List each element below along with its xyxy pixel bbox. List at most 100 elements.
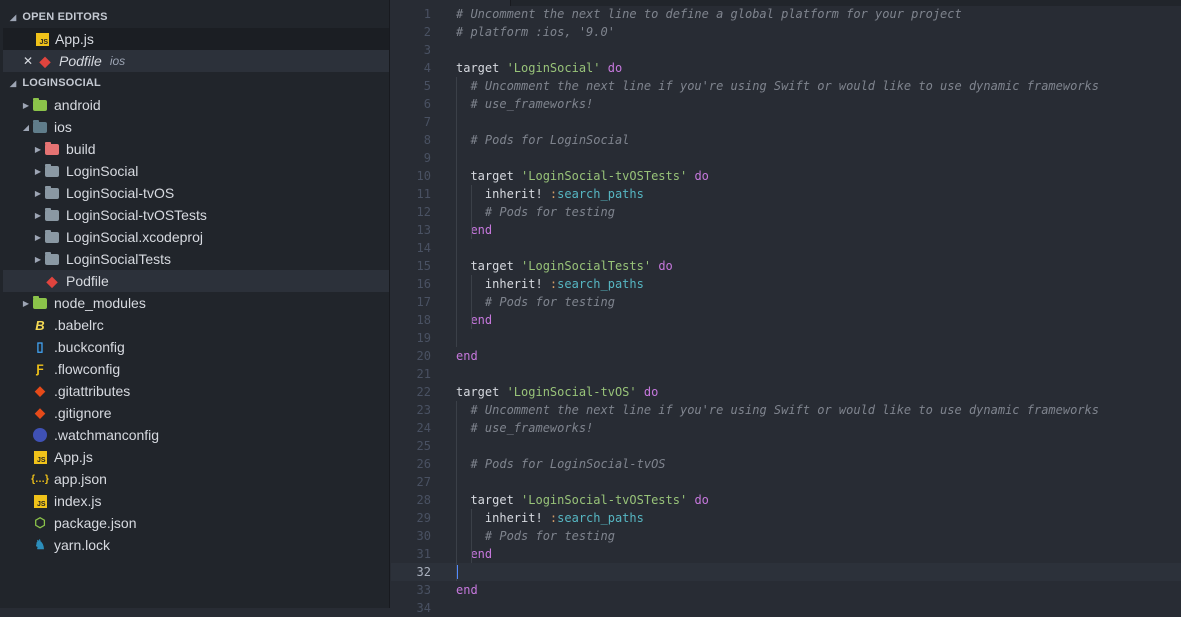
tree-item-label: LoginSocialTests: [66, 251, 172, 267]
tree-item-label: App.js: [54, 449, 93, 465]
code-token: end: [470, 223, 493, 237]
code-line[interactable]: 16 inherit! :search_paths: [391, 275, 1181, 293]
ruby-gem-icon: ◆: [46, 272, 58, 289]
open-editor-podfile[interactable]: ✕ ◆ Podfile ios: [3, 50, 389, 72]
tree-item-label: ios: [54, 119, 72, 135]
code-line[interactable]: 5 # Uncomment the next line if you're us…: [391, 77, 1181, 95]
code-line[interactable]: 10 target 'LoginSocial-tvOSTests' do: [391, 167, 1181, 185]
code-line[interactable]: 15 target 'LoginSocialTests' do: [391, 257, 1181, 275]
code-text: # use_frameworks!: [456, 419, 593, 437]
tree-item-label: package.json: [54, 515, 137, 531]
line-number: 2: [423, 25, 431, 39]
tree-item-build[interactable]: ▶ build: [3, 138, 389, 160]
code-line[interactable]: 11 inherit! :search_paths: [391, 185, 1181, 203]
tree-item-babelrc[interactable]: B .babelrc: [3, 314, 389, 336]
tree-item-loginsocial-tvostests[interactable]: ▶ LoginSocial-tvOSTests: [3, 204, 389, 226]
collapsed-arrow-icon[interactable]: ▶: [32, 167, 44, 176]
open-editors-header[interactable]: ◢ OPEN EDITORS: [0, 6, 389, 28]
code-editor[interactable]: 1 # Uncomment the next line to define a g…: [391, 5, 1181, 615]
tree-item-index-js[interactable]: JS index.js: [3, 490, 389, 512]
tree-item-gitattributes[interactable]: ◆ .gitattributes: [3, 380, 389, 402]
code-line[interactable]: 32: [391, 563, 1181, 581]
code-line[interactable]: 12 # Pods for testing: [391, 203, 1181, 221]
watchman-icon: [32, 428, 48, 442]
tree-item-loginsocial[interactable]: ▶ LoginSocial: [3, 160, 389, 182]
project-header[interactable]: ◢ LOGINSOCIAL: [0, 72, 389, 94]
js-icon: JS: [36, 32, 49, 46]
tree-item-label: LoginSocial.xcodeproj: [66, 229, 203, 245]
tree-item-loginsocial-xcodeproj[interactable]: ▶ LoginSocial.xcodeproj: [3, 226, 389, 248]
code-line[interactable]: 1 # Uncomment the next line to define a g…: [391, 5, 1181, 23]
collapsed-arrow-icon[interactable]: ▶: [32, 211, 44, 220]
code-line[interactable]: 25: [391, 437, 1181, 455]
collapsed-arrow-icon[interactable]: ▶: [32, 189, 44, 198]
line-number: 12: [416, 205, 431, 219]
code-line[interactable]: 27: [391, 473, 1181, 491]
code-token: # Uncomment the next line if you're usin…: [470, 403, 1099, 417]
code-line[interactable]: 22 target 'LoginSocial-tvOS' do: [391, 383, 1181, 401]
code-line[interactable]: 29 inherit! :search_paths: [391, 509, 1181, 527]
code-line[interactable]: 14: [391, 239, 1181, 257]
code-line[interactable]: 18 end: [391, 311, 1181, 329]
code-token: end: [470, 313, 493, 327]
code-line[interactable]: 20 end: [391, 347, 1181, 365]
code-token: do: [694, 493, 709, 507]
code-line[interactable]: 34: [391, 599, 1181, 617]
tree-item-label: android: [54, 97, 101, 113]
tree-item-loginsocialtests[interactable]: ▶ LoginSocialTests: [3, 248, 389, 270]
collapsed-arrow-icon[interactable]: ▶: [20, 299, 32, 308]
expanded-arrow-icon[interactable]: ◢: [20, 123, 32, 132]
tree-item-podfile[interactable]: ◆ Podfile: [3, 270, 389, 292]
tree-item-yarn-lock[interactable]: ♞ yarn.lock: [3, 534, 389, 556]
collapsed-arrow-icon[interactable]: ▶: [32, 233, 44, 242]
tree-item-buckconfig[interactable]: ▯ .buckconfig: [3, 336, 389, 358]
code-token: search_paths: [557, 187, 644, 201]
code-line[interactable]: 9: [391, 149, 1181, 167]
indent-guide: [456, 401, 457, 581]
tree-item-package-json[interactable]: ⬡ package.json: [3, 512, 389, 534]
code-line[interactable]: 6 # use_frameworks!: [391, 95, 1181, 113]
tree-item-watchmanconfig[interactable]: .watchmanconfig: [3, 424, 389, 446]
open-editor-app-js[interactable]: JS App.js: [3, 28, 389, 50]
code-line[interactable]: 8 # Pods for LoginSocial: [391, 131, 1181, 149]
tree-item-android[interactable]: ▶ android: [3, 94, 389, 116]
line-number: 25: [416, 439, 431, 453]
tree-item-app-json[interactable]: {…} app.json: [3, 468, 389, 490]
tree-item-app-js[interactable]: JS App.js: [3, 446, 389, 468]
tree-item-ios[interactable]: ◢ ios: [3, 116, 389, 138]
code-line[interactable]: 13 end: [391, 221, 1181, 239]
code-line[interactable]: 2 # platform :ios, '9.0': [391, 23, 1181, 41]
tree-item-loginsocial-tvos[interactable]: ▶ LoginSocial-tvOS: [3, 182, 389, 204]
code-line[interactable]: 19: [391, 329, 1181, 347]
tree-item-flowconfig[interactable]: Ƒ .flowconfig: [3, 358, 389, 380]
code-line[interactable]: 7: [391, 113, 1181, 131]
code-line[interactable]: 28 target 'LoginSocial-tvOSTests' do: [391, 491, 1181, 509]
tree-item-node-modules[interactable]: ▶ node_modules: [3, 292, 389, 314]
code-line[interactable]: 24 # use_frameworks!: [391, 419, 1181, 437]
code-line[interactable]: 31 end: [391, 545, 1181, 563]
close-icon[interactable]: ✕: [23, 54, 37, 68]
collapsed-arrow-icon[interactable]: ▶: [20, 101, 32, 110]
code-token: # Pods for testing: [484, 205, 615, 219]
tree-item-gitignore[interactable]: ◆ .gitignore: [3, 402, 389, 424]
line-number: 21: [416, 367, 431, 381]
code-line[interactable]: 23 # Uncomment the next line if you're u…: [391, 401, 1181, 419]
collapsed-arrow-icon[interactable]: ▶: [32, 145, 44, 154]
code-line[interactable]: 4 target 'LoginSocial' do: [391, 59, 1181, 77]
code-line[interactable]: 30 # Pods for testing: [391, 527, 1181, 545]
code-line[interactable]: 17 # Pods for testing: [391, 293, 1181, 311]
line-number: 31: [416, 547, 431, 561]
code-line[interactable]: 3: [391, 41, 1181, 59]
code-text: target 'LoginSocialTests' do: [456, 257, 672, 275]
code-line[interactable]: 21: [391, 365, 1181, 383]
tree-item-label: .watchmanconfig: [54, 427, 160, 443]
collapsed-arrow-icon[interactable]: ▶: [32, 255, 44, 264]
code-line[interactable]: 26 # Pods for LoginSocial-tvOS: [391, 455, 1181, 473]
code-token: search_paths: [557, 511, 644, 525]
code-line[interactable]: 33 end: [391, 581, 1181, 599]
code-text: # Uncomment the next line if you're usin…: [456, 77, 1099, 95]
